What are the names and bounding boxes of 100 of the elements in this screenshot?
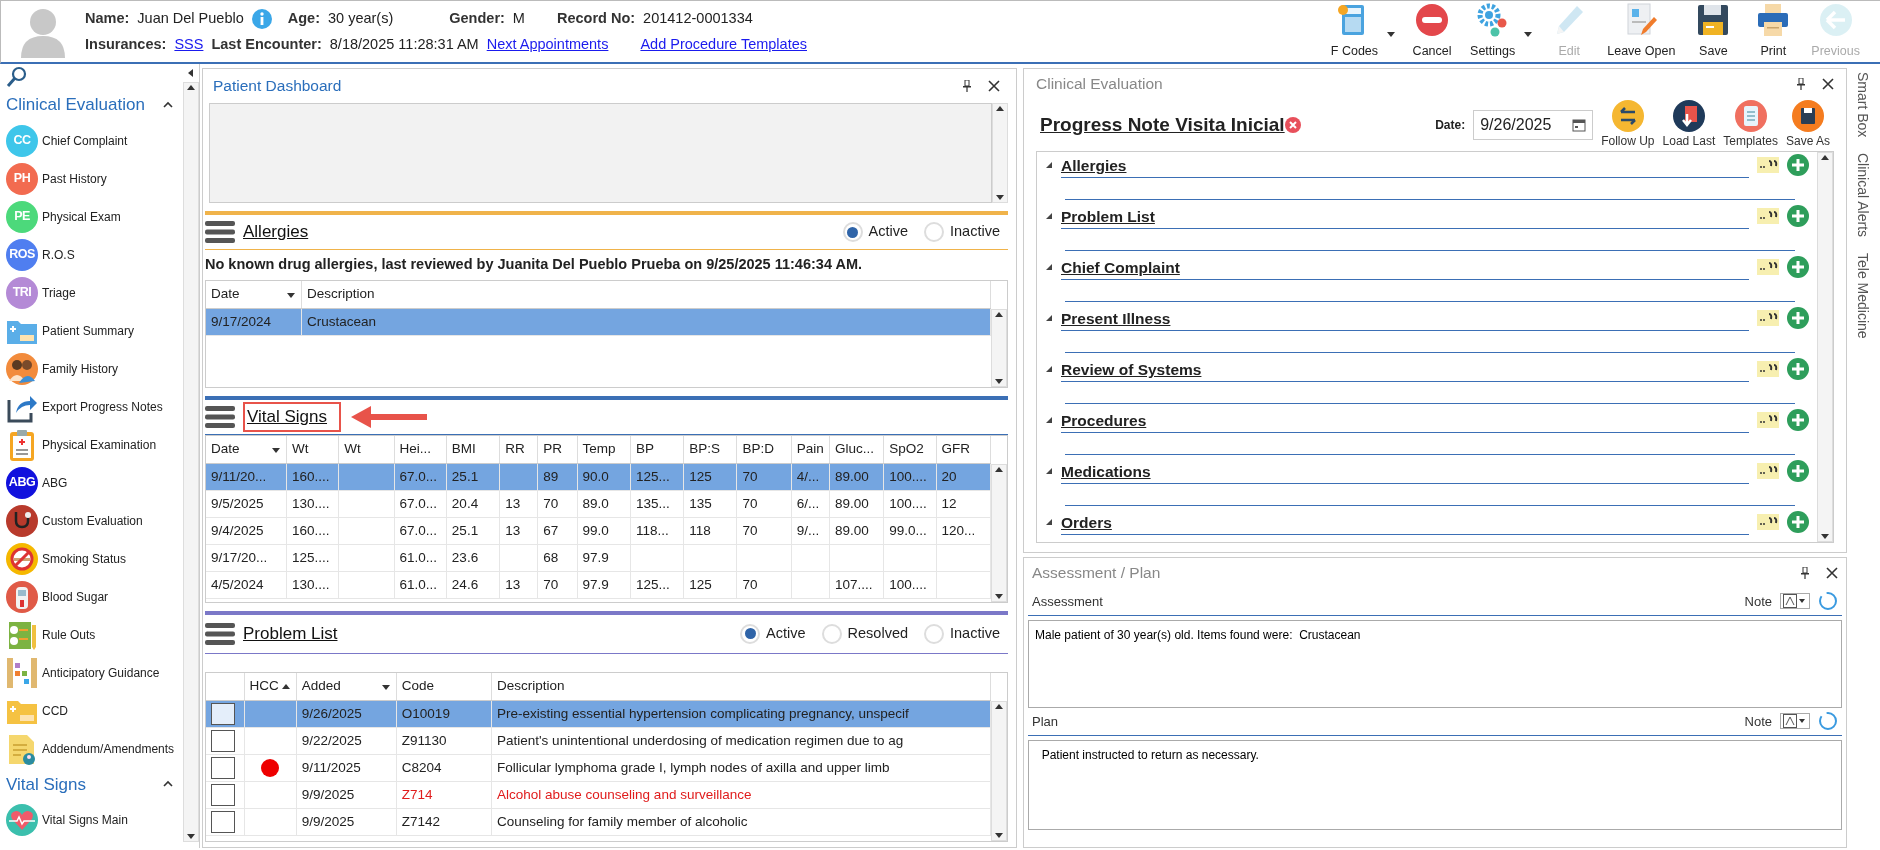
scroll-up-icon[interactable] <box>186 83 196 93</box>
close-icon[interactable] <box>1826 566 1838 579</box>
radio-button[interactable]: Active <box>842 221 908 243</box>
scroll-down-icon[interactable] <box>995 192 1005 202</box>
scrollbar[interactable] <box>991 700 1007 841</box>
quote-icon[interactable] <box>1757 461 1779 481</box>
close-icon[interactable] <box>1822 78 1834 90</box>
column-header[interactable]: RR <box>505 439 525 460</box>
text-area[interactable]: Patient instructed to return as necessary. <box>1028 739 1842 830</box>
sidebar-item[interactable]: CCD <box>42 701 68 720</box>
sidebar-item[interactable]: R.O.S <box>42 245 75 264</box>
column-header[interactable]: BMI <box>451 439 476 460</box>
add-icon[interactable] <box>1787 154 1809 176</box>
expander-icon[interactable] <box>1045 467 1053 475</box>
expander-icon[interactable] <box>1045 518 1053 526</box>
sidebar-item[interactable]: Custom Evaluation <box>42 511 143 530</box>
radio-button[interactable]: Inactive <box>924 221 1000 243</box>
column-header[interactable]: Added <box>301 676 341 697</box>
sidebar-item[interactable]: Anticipatory Guidance <box>42 663 160 682</box>
side-tab[interactable]: Tele Medicine <box>1851 253 1873 339</box>
quote-icon[interactable] <box>1757 155 1779 175</box>
sidebar-item[interactable]: Addendum/Amendments <box>42 739 175 758</box>
section-link[interactable]: Medications <box>1061 459 1151 483</box>
toolbar-button[interactable]: F Codes <box>1326 2 1383 61</box>
expander-icon[interactable] <box>1045 365 1053 373</box>
scroll-down-icon[interactable] <box>186 831 196 841</box>
column-header[interactable]: SpO2 <box>889 439 924 460</box>
column-header[interactable]: Pain <box>796 439 824 460</box>
add-icon[interactable] <box>1787 307 1809 329</box>
scroll-up-icon[interactable] <box>995 104 1005 114</box>
radio-button[interactable]: Active <box>740 622 806 645</box>
expander-icon[interactable] <box>1045 212 1053 220</box>
sidebar-item[interactable]: Past History <box>42 169 107 188</box>
add-icon[interactable] <box>1787 409 1809 431</box>
section-title[interactable]: Vital Signs <box>247 407 327 426</box>
header-link[interactable]: Add Procedure Templates <box>640 33 807 56</box>
toolbar-button[interactable]: Print <box>1747 2 1800 61</box>
checkbox[interactable] <box>211 784 235 807</box>
action-button[interactable]: Save As <box>1785 100 1830 150</box>
section-title[interactable]: Allergies <box>243 219 309 245</box>
sidebar-item[interactable]: Family History <box>42 359 118 378</box>
sidebar-item[interactable]: Physical Exam <box>42 207 121 226</box>
date-field[interactable]: 9/26/2025 <box>1473 110 1594 140</box>
scrollbar[interactable] <box>183 82 199 842</box>
close-icon[interactable] <box>988 80 1000 92</box>
checkbox[interactable] <box>211 703 235 726</box>
sidebar-item[interactable]: ABG <box>42 473 68 492</box>
info-icon[interactable] <box>251 8 272 29</box>
add-icon[interactable] <box>1787 511 1809 533</box>
note-dropdown[interactable] <box>1780 713 1810 730</box>
menu-icon[interactable] <box>205 219 235 245</box>
add-icon[interactable] <box>1787 205 1809 227</box>
action-button[interactable]: Load Last <box>1662 100 1716 150</box>
column-header[interactable]: BP <box>635 439 654 460</box>
remove-icon[interactable] <box>1284 117 1301 133</box>
toolbar-button[interactable]: Settings <box>1466 2 1520 61</box>
sidebar-item[interactable]: Patient Summary <box>42 321 135 340</box>
action-button[interactable]: Follow Up <box>1601 100 1655 150</box>
quote-icon[interactable] <box>1757 257 1779 277</box>
column-header[interactable]: BP:D <box>742 439 774 460</box>
sidebar-item[interactable]: Triage <box>42 283 76 302</box>
sidebar-item[interactable]: Blood Sugar <box>42 587 109 606</box>
expander-icon[interactable] <box>1045 161 1053 169</box>
sidebar-item[interactable]: Chief Complaint <box>42 131 128 150</box>
section-title[interactable]: Problem List <box>243 621 338 647</box>
checkbox[interactable] <box>211 811 235 834</box>
scroll-down-icon[interactable] <box>1820 531 1830 541</box>
sidebar-item[interactable]: Vital Signs Main <box>42 811 128 829</box>
insurance-link[interactable]: SSS <box>174 33 204 56</box>
pin-icon[interactable] <box>1796 78 1806 90</box>
expander-icon[interactable] <box>1045 416 1053 424</box>
section-link[interactable]: Chief Complaint <box>1061 255 1180 279</box>
calendar-icon[interactable] <box>1572 118 1587 132</box>
quote-icon[interactable] <box>1757 206 1779 226</box>
sidebar-item[interactable]: Rule Outs <box>42 625 96 644</box>
column-header[interactable]: Hei... <box>399 439 432 460</box>
section-link[interactable]: Orders <box>1061 510 1112 534</box>
checkbox[interactable] <box>211 730 235 753</box>
toolbar-button[interactable]: Leave Open <box>1603 2 1680 61</box>
section-header[interactable]: Clinical Evaluation <box>6 92 145 118</box>
column-header[interactable]: Gluc... <box>835 439 874 460</box>
section-header[interactable]: Vital Signs <box>6 771 86 797</box>
column-header[interactable]: GFR <box>941 439 971 460</box>
refresh-icon[interactable] <box>1818 711 1838 732</box>
note-title[interactable]: Progress Note Visita Inicial <box>1040 110 1285 140</box>
toolbar-button[interactable]: Cancel <box>1406 2 1459 61</box>
search-icon[interactable] <box>6 66 28 88</box>
column-header[interactable]: Wt <box>344 439 361 460</box>
collapse-icon[interactable] <box>186 68 196 78</box>
add-icon[interactable] <box>1787 460 1809 482</box>
chevron-icon[interactable] <box>162 99 174 110</box>
quote-icon[interactable] <box>1757 410 1779 430</box>
column-header[interactable]: BP:S <box>689 439 720 460</box>
scrollbar[interactable] <box>1817 152 1833 542</box>
column-header[interactable]: Description <box>306 284 375 305</box>
pin-icon[interactable] <box>962 80 972 92</box>
column-header[interactable]: Code <box>401 676 435 697</box>
menu-icon[interactable] <box>205 620 235 647</box>
note-dropdown[interactable] <box>1780 593 1810 610</box>
section-link[interactable]: Present Illness <box>1061 306 1171 330</box>
